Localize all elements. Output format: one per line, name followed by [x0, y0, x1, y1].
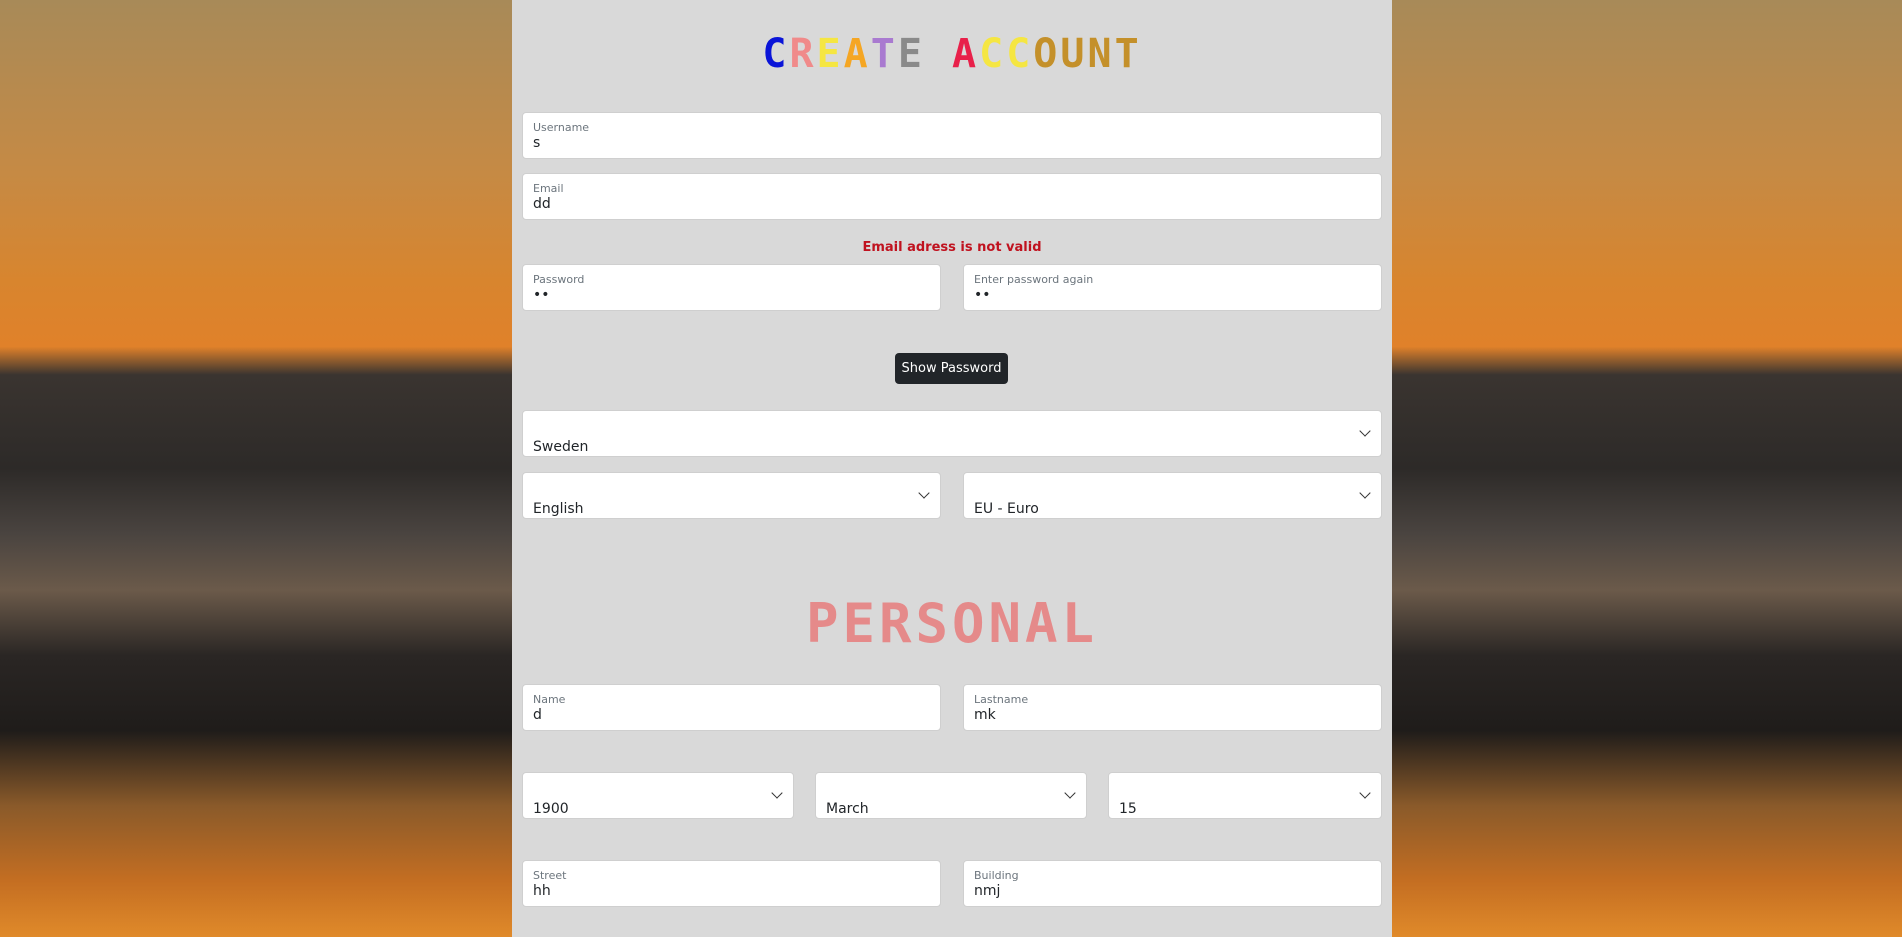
language-select[interactable]: English [522, 472, 941, 519]
birth-day-value: 15 [1119, 801, 1137, 817]
birth-year-select[interactable]: 1900 [522, 772, 794, 819]
street-label: Street [533, 869, 567, 882]
title-letter: A [843, 31, 871, 77]
password-again-label: Enter password again [974, 273, 1094, 286]
lastname-value: mk [974, 707, 996, 723]
title-letter: E [816, 31, 844, 77]
username-value: s [533, 135, 541, 151]
lastname-label: Lastname [974, 693, 1029, 706]
personal-section-title: PERSONAL [805, 592, 1099, 655]
chevron-down-icon [1359, 487, 1371, 499]
show-password-button[interactable]: Show Password [895, 353, 1008, 384]
password-field[interactable]: Password •• [522, 264, 941, 311]
email-field[interactable]: Email dd [522, 173, 1382, 220]
birth-month-select[interactable]: March [815, 772, 1087, 819]
title-letter: T [1114, 31, 1142, 77]
birth-day-select[interactable]: 15 [1108, 772, 1382, 819]
password-label: Password [533, 273, 585, 286]
title-letter: A [952, 31, 980, 77]
birth-month-value: March [826, 801, 869, 817]
email-label: Email [533, 182, 564, 195]
name-value: d [533, 707, 542, 723]
title-letter: C [762, 31, 790, 77]
currency-value: EU - Euro [974, 501, 1039, 517]
chevron-down-icon [771, 787, 783, 799]
language-value: English [533, 501, 584, 517]
title-letter: T [870, 31, 898, 77]
title-letter: N [1087, 31, 1115, 77]
title-letter: C [1006, 31, 1034, 77]
street-field[interactable]: Street hh [522, 860, 941, 907]
name-label: Name [533, 693, 566, 706]
title-letter: O [1033, 31, 1061, 77]
password-again-field[interactable]: Enter password again •• [963, 264, 1382, 311]
title-letter [925, 30, 952, 78]
name-field[interactable]: Name d [522, 684, 941, 731]
chevron-down-icon [1359, 787, 1371, 799]
title-letter: U [1060, 31, 1088, 77]
create-account-title: CREATE ACCOUNT [512, 30, 1392, 78]
chevron-down-icon [918, 487, 930, 499]
password-again-value: •• [974, 287, 991, 303]
email-value: dd [533, 196, 551, 212]
title-letter: R [789, 31, 817, 77]
country-value: Sweden [533, 439, 589, 455]
password-value: •• [533, 287, 550, 303]
street-value: hh [533, 883, 551, 899]
username-label: Username [533, 121, 590, 134]
chevron-down-icon [1064, 787, 1076, 799]
currency-select[interactable]: EU - Euro [963, 472, 1382, 519]
title-letter: E [897, 31, 925, 77]
chevron-down-icon [1359, 425, 1371, 437]
title-letter: C [979, 31, 1007, 77]
email-error-message: Email adress is not valid [862, 240, 1042, 255]
birth-year-value: 1900 [533, 801, 569, 817]
country-select[interactable]: Sweden [522, 410, 1382, 457]
username-field[interactable]: Username s [522, 112, 1382, 159]
building-value: nmj [974, 883, 1001, 899]
building-field[interactable]: Building nmj [963, 860, 1382, 907]
form-panel: CREATE ACCOUNT Username s Email dd Email… [512, 0, 1392, 937]
lastname-field[interactable]: Lastname mk [963, 684, 1382, 731]
building-label: Building [974, 869, 1019, 882]
